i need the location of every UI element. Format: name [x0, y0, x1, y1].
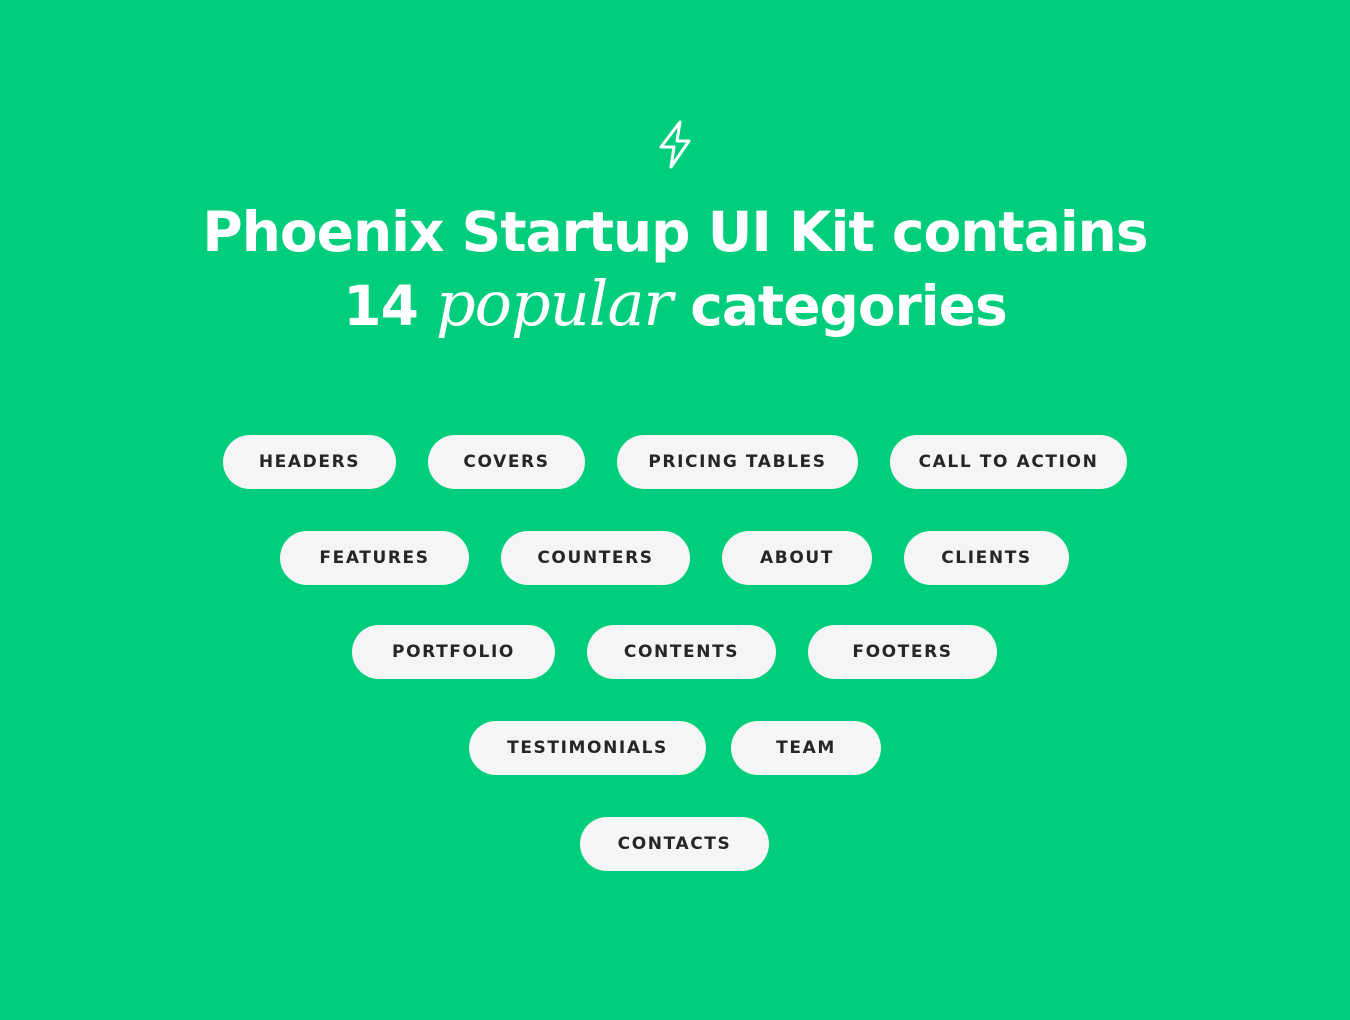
category-pill-features[interactable]: FEATURES	[280, 531, 469, 585]
category-pill-pricing-tables[interactable]: PRICING TABLES	[617, 435, 858, 489]
headline-emphasis: popular	[435, 267, 673, 340]
category-pill-team[interactable]: TEAM	[731, 721, 881, 775]
category-pill-counters[interactable]: COUNTERS	[501, 531, 690, 585]
category-pill-portfolio[interactable]: PORTFOLIO	[352, 625, 555, 679]
category-pill-contacts[interactable]: CONTACTS	[580, 817, 769, 871]
headline-count: 14	[343, 274, 436, 338]
category-pill-contents[interactable]: CONTENTS	[587, 625, 776, 679]
category-pill-about[interactable]: ABOUT	[722, 531, 872, 585]
headline-line-2: 14 popular categories	[0, 268, 1350, 342]
category-pill-covers[interactable]: COVERS	[428, 435, 585, 489]
category-pill-headers[interactable]: HEADERS	[223, 435, 396, 489]
lightning-bolt-icon	[659, 120, 691, 169]
headline-line-1: Phoenix Startup UI Kit contains	[202, 200, 1148, 264]
category-pill-footers[interactable]: FOOTERS	[808, 625, 997, 679]
headline-suffix: categories	[672, 274, 1007, 338]
category-pill-testimonials[interactable]: TESTIMONIALS	[469, 721, 706, 775]
category-pill-clients[interactable]: CLIENTS	[904, 531, 1069, 585]
category-pill-call-to-action[interactable]: CALL TO ACTION	[890, 435, 1127, 489]
